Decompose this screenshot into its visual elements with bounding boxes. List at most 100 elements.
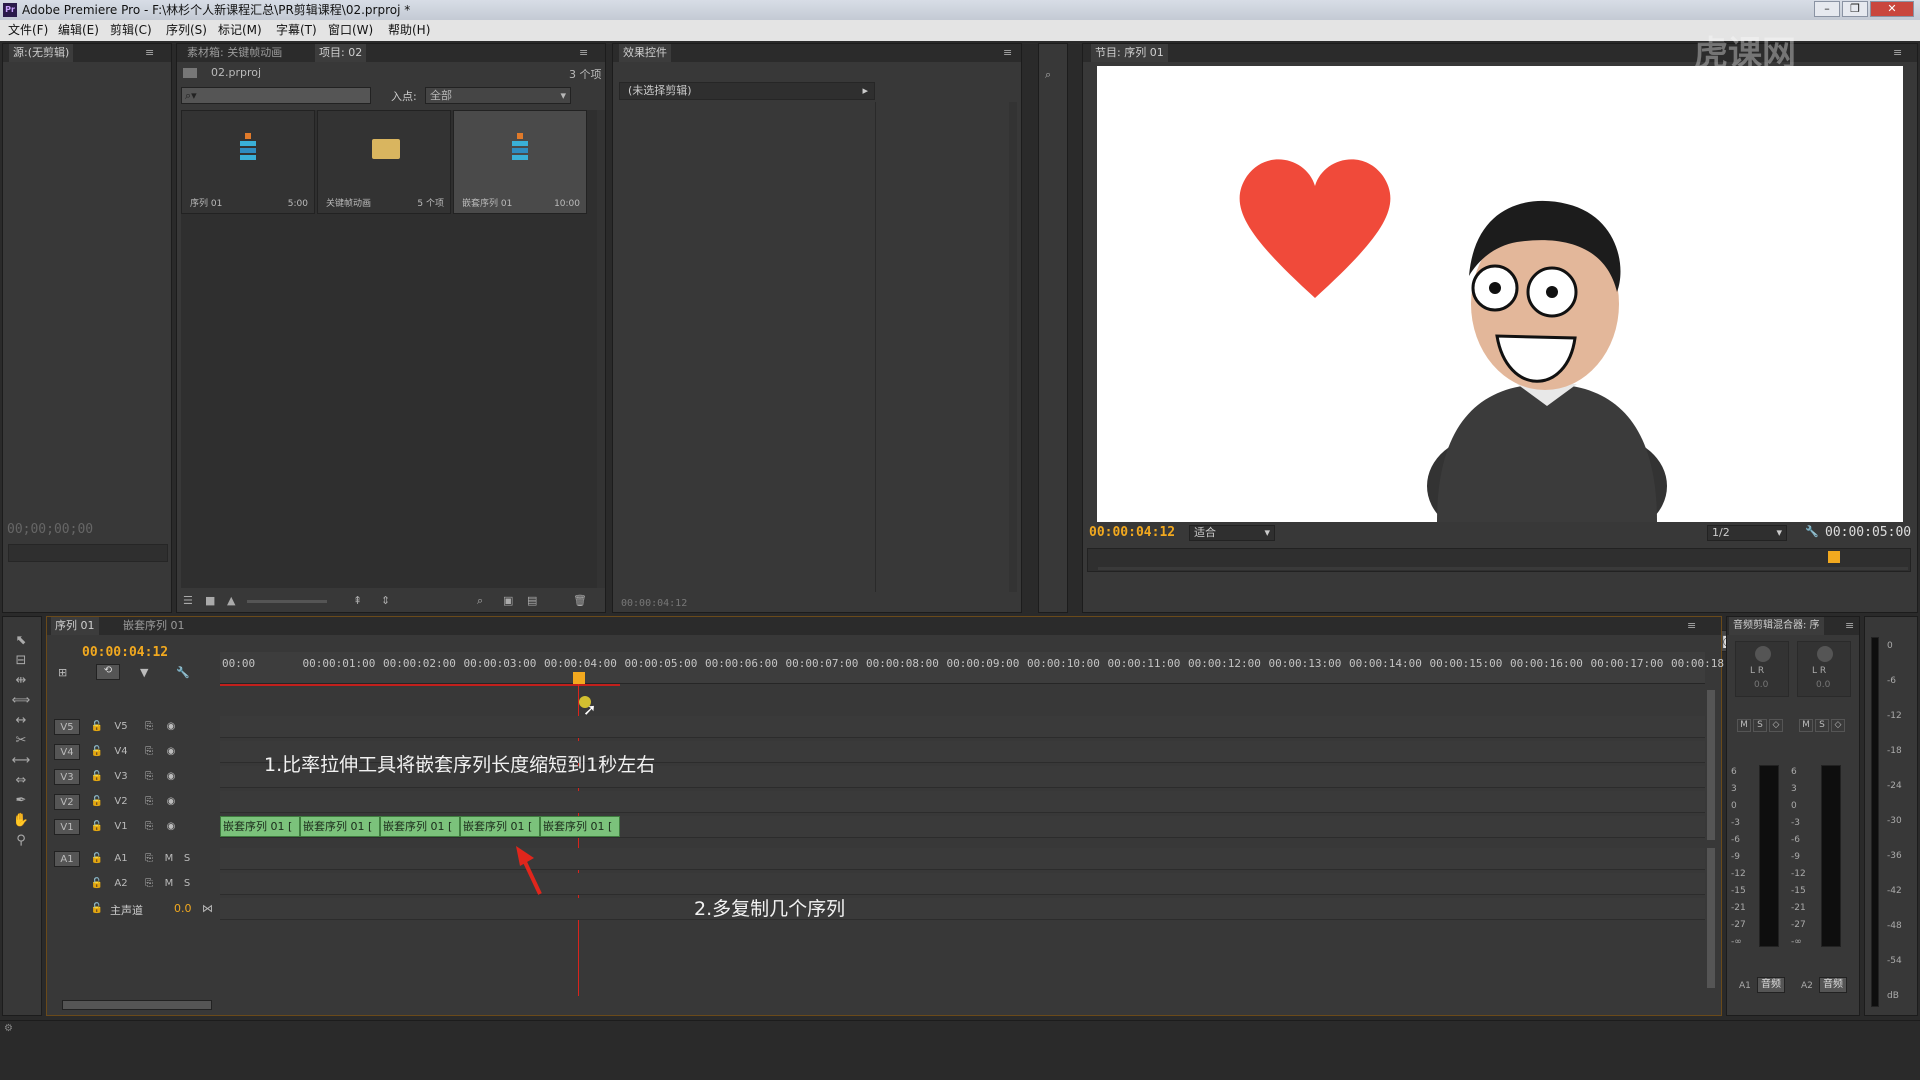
solo-toggle[interactable]: S [174,851,200,867]
video-track-header[interactable]: V1 🔓 V1 ⎘ ◉ [52,816,218,838]
lock-icon[interactable]: 🔓 [84,719,110,735]
menu-edit[interactable]: 编辑(E) [58,20,99,41]
source-patch-video[interactable]: V4 [54,744,80,760]
panel-menu-icon[interactable]: ≡ [579,46,588,59]
new-item-icon[interactable]: ▤ [527,594,537,607]
menu-help[interactable]: 帮助(H) [388,20,430,41]
project-item-sequence[interactable]: 序列 01 5:00 [181,110,315,214]
source-patch-video[interactable]: V3 [54,769,80,785]
razor-tool-icon[interactable]: ✂ [11,733,31,751]
maximize-button[interactable]: ❐ [1842,1,1868,17]
lock-icon[interactable]: 🔓 [84,851,110,867]
lock-icon[interactable]: 🔓 [84,744,110,760]
video-scrollbar[interactable] [1707,690,1715,840]
program-timeline-ruler[interactable] [1087,548,1911,572]
horizontal-scrollbar[interactable] [62,1000,212,1010]
tab-nested-sequence-01[interactable]: 嵌套序列 01 [119,617,189,635]
eye-icon[interactable]: ◉ [158,819,184,835]
pan-knob-a2[interactable]: L R 0.0 [1797,641,1851,697]
solo-button[interactable]: S [1815,719,1829,732]
zoom-tool-icon[interactable]: ⚲ [11,833,31,851]
add-marker-icon[interactable]: ▼ [140,666,148,679]
tab-program[interactable]: 节目: 序列 01 [1091,44,1168,62]
audio-track-header[interactable]: A1 🔓 A1 ⎘ M S [52,848,218,870]
video-track-header[interactable]: V2 🔓 V2 ⎘ ◉ [52,791,218,813]
fit-dropdown[interactable]: 适合 ▾ [1189,525,1275,541]
mute-button[interactable]: M [1799,719,1813,732]
zoom-out-icon[interactable]: ▲ [227,594,235,607]
eye-icon[interactable]: ◉ [158,794,184,810]
master-track-lane[interactable] [220,898,1705,920]
mute-button[interactable]: M [1737,719,1751,732]
trash-icon[interactable]: 🗑 [573,594,587,607]
tab-effect-controls[interactable]: 效果控件 [619,44,671,62]
lock-icon[interactable]: 🔓 [84,819,110,835]
playhead-marker[interactable] [1828,551,1840,563]
slide-tool-icon[interactable]: ⇔ [11,773,31,791]
quality-dropdown[interactable]: 1/2 ▾ [1707,525,1787,541]
menu-title[interactable]: 字幕(T) [276,20,317,41]
tab-bin[interactable]: 素材箱: 关键帧动画 [183,44,286,62]
slip-tool-icon[interactable]: ⟷ [11,753,31,771]
project-item-nested-sequence[interactable]: 嵌套序列 01 10:00 [453,110,587,214]
channel-audio-button[interactable]: 音频 [1757,977,1785,993]
lock-icon[interactable]: 🔓 [84,876,110,892]
ripple-edit-tool-icon[interactable]: ⇹ [11,673,31,691]
inpoint-dropdown[interactable]: 全部 ▾ [425,87,571,104]
icon-view-icon[interactable]: ■ [205,594,215,607]
panel-menu-icon[interactable]: ≡ [1003,46,1012,59]
eye-icon[interactable]: ◉ [158,744,184,760]
video-track-header[interactable]: V5 🔓 V5 ⎘ ◉ [52,716,218,738]
zoom-slider[interactable] [247,600,327,603]
master-volume-value[interactable]: 0.0 [174,902,192,915]
master-track-header[interactable]: 🔓 主声道 0.0 ⋈ [52,898,218,920]
automate-icon[interactable]: ⇞ [353,594,362,607]
video-track-header[interactable]: V3 🔓 V3 ⎘ ◉ [52,766,218,788]
clip-nested-sequence[interactable]: 嵌套序列 01 [ [380,816,460,837]
track-lane[interactable] [220,873,1705,895]
solo-toggle[interactable]: S [174,876,200,892]
arrow-right-icon[interactable]: ▸ [862,83,868,99]
hand-tool-icon[interactable]: ✋ [11,813,31,831]
menu-sequence[interactable]: 序列(S) [166,20,207,41]
source-patch-audio[interactable]: A1 [54,851,80,867]
tab-sequence-01[interactable]: 序列 01 [51,617,99,635]
selection-tool-icon[interactable]: ⬉ [11,633,31,651]
pan-knob-a1[interactable]: L R 0.0 [1735,641,1789,697]
source-patch-video[interactable]: V2 [54,794,80,810]
menu-window[interactable]: 窗口(W) [328,20,373,41]
wrench-icon[interactable]: 🔧 [176,666,190,679]
audio-track-header[interactable]: 🔓 A2 ⎘ M S [52,873,218,895]
tab-audio-mixer[interactable]: 音频剪辑混合器: 序 [1729,617,1824,635]
rate-stretch-tool-icon[interactable]: ↔ [11,713,31,731]
tab-source[interactable]: 源:(无剪辑) [9,44,74,62]
panel-menu-icon[interactable]: ≡ [1893,46,1902,59]
record-button[interactable]: ◇ [1831,719,1845,732]
source-patch-video[interactable]: V1 [54,819,80,835]
minimize-button[interactable]: – [1814,1,1840,17]
search-icon[interactable]: ⌕ [1045,68,1051,82]
clip-nested-sequence[interactable]: 嵌套序列 01 [ [220,816,300,837]
menu-clip[interactable]: 剪辑(C) [110,20,152,41]
effect-scrollbar[interactable] [1009,102,1017,592]
menu-marker[interactable]: 标记(M) [218,20,262,41]
project-item-bin[interactable]: 关键帧动画 5 个项 [317,110,451,214]
panel-menu-icon[interactable]: ≡ [1687,619,1696,632]
clip-nested-sequence[interactable]: 嵌套序列 01 [ [300,816,380,837]
sort-icon[interactable]: ⇕ [381,594,390,607]
source-scrubber[interactable] [8,544,168,562]
project-scrollbar[interactable] [597,110,605,588]
panel-menu-icon[interactable]: ≡ [1845,619,1854,632]
search-input[interactable]: ⌕▾ [181,87,371,104]
linked-selection-icon[interactable]: ⟲ [96,664,120,680]
record-button[interactable]: ◇ [1769,719,1783,732]
list-view-icon[interactable]: ☰ [183,594,193,607]
menu-file[interactable]: 文件(F) [8,20,48,41]
eye-icon[interactable]: ◉ [158,719,184,735]
pen-tool-icon[interactable]: ✒ [11,793,31,811]
clip-nested-sequence[interactable]: 嵌套序列 01 [ [540,816,620,837]
bowtie-icon[interactable]: ⋈ [202,902,213,915]
rolling-edit-tool-icon[interactable]: ⟺ [11,693,31,711]
tab-project[interactable]: 项目: 02 [315,44,367,62]
track-lane[interactable] [220,716,1705,738]
